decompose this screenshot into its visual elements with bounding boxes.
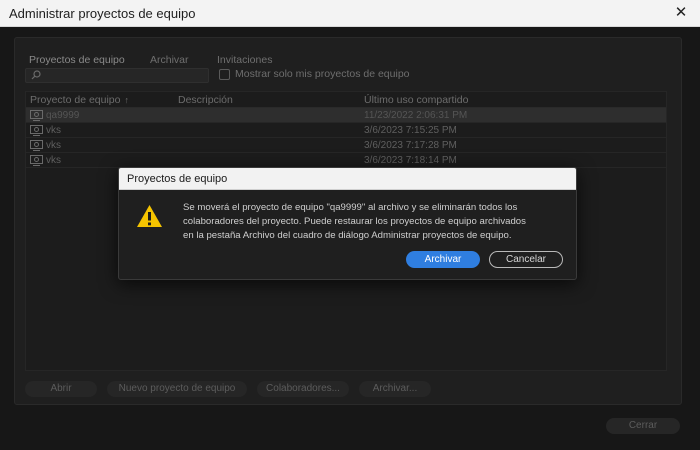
column-header-project[interactable]: Proyecto de equipo ↑: [30, 94, 129, 106]
project-name: vks: [46, 140, 61, 151]
project-name: vks: [46, 125, 61, 136]
only-mine-checkbox[interactable]: [219, 69, 230, 80]
project-last-used: 3/6/2023 7:17:28 PM: [364, 140, 457, 151]
column-header-last-used[interactable]: Último uso compartido: [364, 94, 468, 106]
tab-invitations[interactable]: Invitaciones: [217, 54, 272, 66]
warning-icon: [137, 205, 162, 227]
window-close-icon[interactable]: ✕: [670, 3, 692, 23]
project-name: qa9999: [46, 110, 80, 121]
archive-confirm-modal: Proyectos de equipo Se moverá el proyect…: [118, 167, 577, 280]
window-titlebar: Administrar proyectos de equipo ✕: [0, 0, 700, 27]
column-header-project-label: Proyecto de equipo: [30, 94, 121, 106]
close-button[interactable]: Cerrar: [606, 418, 680, 434]
project-last-used: 3/6/2023 7:18:14 PM: [364, 155, 457, 166]
sort-ascending-icon: ↑: [124, 95, 129, 105]
team-project-icon: [30, 155, 43, 166]
table-header: Proyecto de equipo ↑ Descripción Último u…: [26, 92, 666, 108]
search-input[interactable]: [44, 69, 204, 82]
cancel-button[interactable]: Cancelar: [489, 251, 563, 268]
tab-archive[interactable]: Archivar: [150, 54, 189, 66]
collaborators-button[interactable]: Colaboradores...: [257, 381, 349, 397]
table-row[interactable]: vks 3/6/2023 7:18:14 PM: [26, 153, 666, 168]
action-buttons: Abrir Nuevo proyecto de equipo Colaborad…: [0, 381, 700, 434]
modal-title: Proyectos de equipo: [127, 173, 228, 185]
modal-message-line: en la pestaña Archivo del cuadro de diál…: [183, 230, 512, 241]
team-project-icon: [30, 110, 43, 121]
search-box[interactable]: [25, 68, 209, 83]
search-icon: [31, 70, 41, 80]
archive-button[interactable]: Archivar...: [359, 381, 431, 397]
team-project-icon: [30, 140, 43, 151]
new-team-project-button[interactable]: Nuevo proyecto de equipo: [107, 381, 247, 397]
project-last-used: 3/6/2023 7:15:25 PM: [364, 125, 457, 136]
confirm-archive-button[interactable]: Archivar: [406, 251, 480, 268]
project-last-used: 11/23/2022 2:06:31 PM: [364, 110, 468, 121]
table-row[interactable]: vks 3/6/2023 7:17:28 PM: [26, 138, 666, 153]
modal-message-line: colaboradores del proyecto. Puede restau…: [183, 216, 526, 227]
project-name: vks: [46, 155, 61, 166]
open-button[interactable]: Abrir: [25, 381, 97, 397]
window-title: Administrar proyectos de equipo: [9, 6, 196, 21]
only-mine-label: Mostrar solo mis proyectos de equipo: [235, 68, 410, 80]
table-row[interactable]: vks 3/6/2023 7:15:25 PM: [26, 123, 666, 138]
modal-message: Se moverá el proyecto de equipo "qa9999"…: [183, 201, 563, 243]
modal-message-line: Se moverá el proyecto de equipo "qa9999"…: [183, 202, 518, 213]
team-project-icon: [30, 125, 43, 136]
table-row[interactable]: qa9999 11/23/2022 2:06:31 PM: [26, 108, 666, 123]
modal-titlebar: Proyectos de equipo: [119, 168, 576, 190]
column-header-description[interactable]: Descripción: [178, 94, 233, 106]
